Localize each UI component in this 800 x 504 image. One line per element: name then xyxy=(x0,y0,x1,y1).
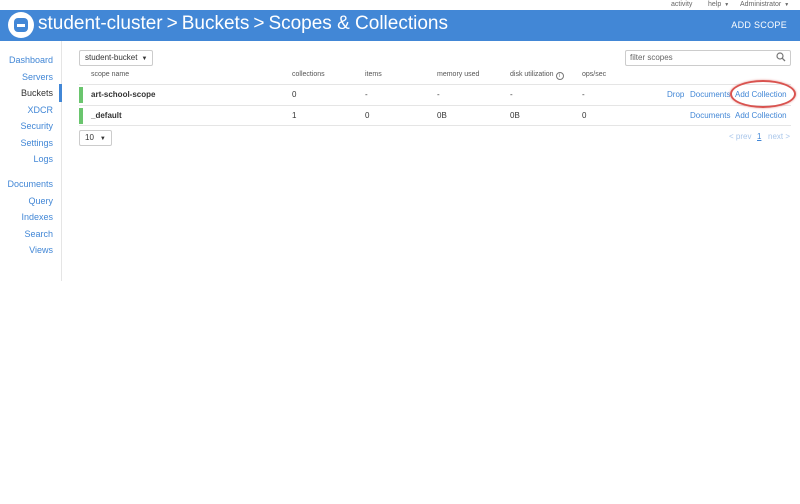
chevron-down-icon: ▼ xyxy=(784,2,790,8)
table-row[interactable]: art-school-scope 0 - - - - Drop Document… xyxy=(79,84,791,105)
page-size-select[interactable]: 10 ▼ xyxy=(79,130,112,146)
help-label: help xyxy=(708,1,722,8)
status-indicator xyxy=(79,108,83,124)
scope-name: art-school-scope xyxy=(91,90,156,99)
help-menu[interactable]: help ▼ xyxy=(708,1,729,8)
sidebar-item-settings[interactable]: Settings xyxy=(20,138,53,148)
sidebar-item-views[interactable]: Views xyxy=(29,245,53,255)
header-scope-name[interactable]: scope name xyxy=(91,71,129,78)
couchbase-logo-icon[interactable] xyxy=(8,12,34,38)
sidebar-item-servers[interactable]: Servers xyxy=(22,72,53,82)
header-disk-utilization[interactable]: disk utilization i xyxy=(510,71,564,80)
sidebar-item-search[interactable]: Search xyxy=(24,229,53,239)
disk-utilization: - xyxy=(510,90,513,99)
scope-name: _default xyxy=(91,111,122,120)
collections-count: 0 xyxy=(292,90,297,99)
active-nav-indicator xyxy=(59,84,62,102)
sidebar-item-buckets[interactable]: Buckets xyxy=(21,88,53,98)
sidebar-item-xdcr[interactable]: XDCR xyxy=(27,105,53,115)
chevron-down-icon: ▼ xyxy=(99,136,106,142)
current-page[interactable]: 1 xyxy=(757,132,761,141)
ops-sec: 0 xyxy=(582,111,587,120)
filter-scopes-input[interactable]: filter scopes xyxy=(625,50,791,66)
sidebar-item-indexes[interactable]: Indexes xyxy=(21,212,53,222)
breadcrumb-buckets[interactable]: Buckets xyxy=(182,13,250,34)
ops-sec: - xyxy=(582,90,585,99)
breadcrumb-cluster[interactable]: student-cluster xyxy=(38,13,163,34)
header-disk-utilization-label: disk utilization xyxy=(510,71,554,78)
add-collection-link[interactable]: Add Collection xyxy=(735,111,787,120)
table-row[interactable]: _default 1 0 0B 0B 0 Documents Add Colle… xyxy=(79,105,791,126)
sidebar-item-security[interactable]: Security xyxy=(20,121,53,131)
items-count: - xyxy=(365,90,368,99)
header-memory-used[interactable]: memory used xyxy=(437,71,479,78)
top-utility-bar: activity help ▼ Administrator ▼ xyxy=(0,0,800,10)
drop-link[interactable]: Drop xyxy=(667,90,684,99)
breadcrumb-separator: > xyxy=(253,13,265,34)
chevron-down-icon: ▼ xyxy=(141,56,148,62)
header-ops-sec[interactable]: ops/sec xyxy=(582,71,606,78)
user-menu[interactable]: Administrator ▼ xyxy=(740,1,789,8)
breadcrumb: student-cluster > Buckets > Scopes & Collect… xyxy=(38,13,448,35)
page-title: Scopes & Collections xyxy=(268,13,448,34)
bucket-select-value: student-bucket xyxy=(85,53,138,62)
page-size-value: 10 xyxy=(85,133,94,142)
sidebar-item-documents[interactable]: Documents xyxy=(7,179,53,189)
memory-used: 0B xyxy=(437,111,447,120)
sidebar: Dashboard Servers Buckets XDCR Security … xyxy=(0,41,62,281)
disk-utilization: 0B xyxy=(510,111,520,120)
user-label: Administrator xyxy=(740,1,782,8)
highlight-circle-annotation xyxy=(730,80,796,108)
chevron-down-icon: ▼ xyxy=(724,2,730,8)
filter-placeholder: filter scopes xyxy=(630,53,673,62)
header-collections[interactable]: collections xyxy=(292,71,325,78)
collections-count: 1 xyxy=(292,111,297,120)
add-scope-button[interactable]: ADD SCOPE xyxy=(731,20,787,30)
app-header: student-cluster > Buckets > Scopes & Collect… xyxy=(0,10,800,41)
sidebar-item-query[interactable]: Query xyxy=(28,196,53,206)
next-page-link[interactable]: next > xyxy=(768,132,790,141)
header-items[interactable]: items xyxy=(365,71,382,78)
search-icon xyxy=(776,52,786,62)
info-icon[interactable]: i xyxy=(555,72,564,80)
breadcrumb-separator: > xyxy=(166,13,178,34)
sidebar-item-dashboard[interactable]: Dashboard xyxy=(9,55,53,65)
bucket-select[interactable]: student-bucket ▼ xyxy=(79,50,154,66)
memory-used: - xyxy=(437,90,440,99)
items-count: 0 xyxy=(365,111,370,120)
activity-link[interactable]: activity xyxy=(671,1,692,8)
documents-link[interactable]: Documents xyxy=(690,111,730,120)
sidebar-item-logs[interactable]: Logs xyxy=(33,154,53,164)
status-indicator xyxy=(79,87,83,103)
documents-link[interactable]: Documents xyxy=(690,90,730,99)
prev-page-link[interactable]: < prev xyxy=(729,132,751,141)
